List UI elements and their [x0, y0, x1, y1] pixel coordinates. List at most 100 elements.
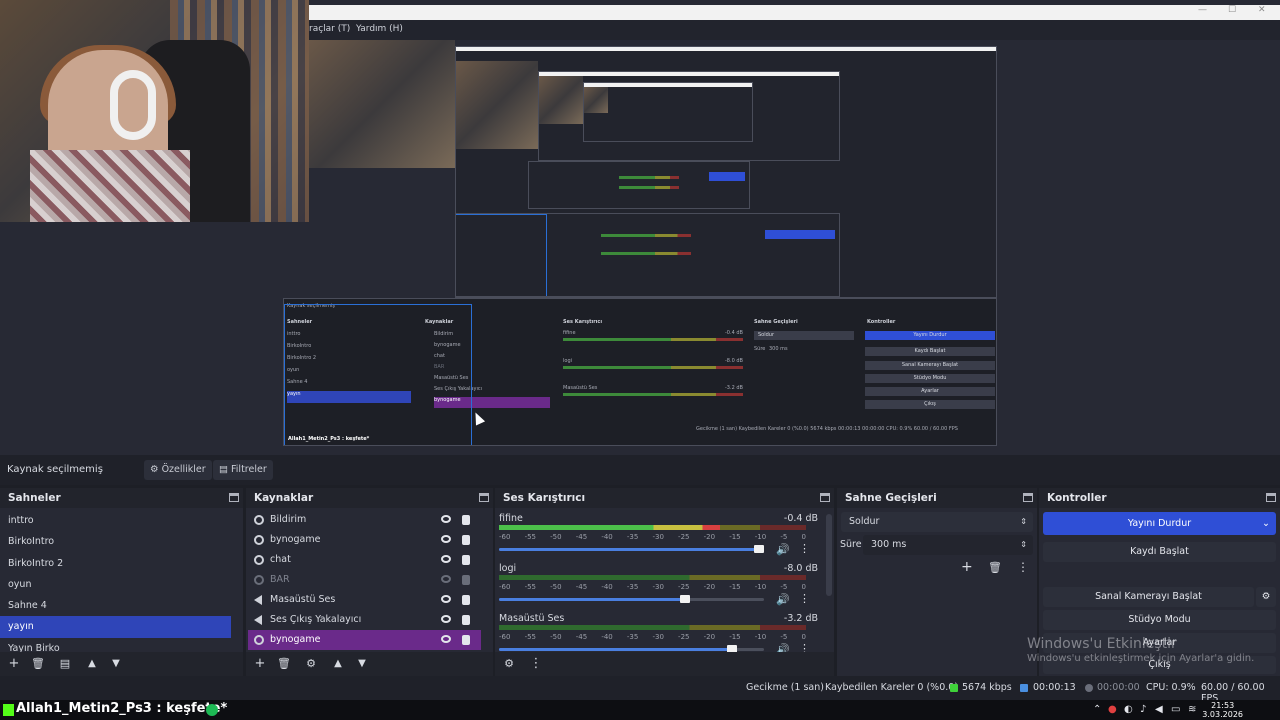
spinner-icon: ⇕: [1020, 517, 1027, 526]
tray-network-icon[interactable]: ◐: [1124, 704, 1133, 715]
source-item[interactable]: Masaüstü Ses: [248, 590, 481, 610]
bitrate-status: 5674 kbps: [962, 682, 1012, 693]
hidden-eye-icon[interactable]: [441, 575, 451, 583]
source-item-selected[interactable]: bynogame: [248, 630, 481, 650]
meter-scale: -60 -55 -50 -45 -40 -35 -30 -25 -20 -15 -10 -5 0: [499, 633, 806, 642]
visibility-eye-icon[interactable]: [441, 535, 451, 543]
visibility-eye-icon[interactable]: [441, 615, 451, 623]
meter-tick-label: -45: [575, 633, 588, 641]
chevron-down-icon[interactable]: ⌄: [1262, 512, 1270, 535]
meter-tick-label: -55: [524, 583, 537, 591]
mixer-channel: fifine -0.4 dB -60 -55 -50 -45 -40 -35 -30 -25-…: [499, 513, 818, 556]
captured-window-titlebar: [309, 5, 1280, 20]
gear-icon: ⚙: [150, 464, 159, 475]
move-up-button[interactable]: ▲: [83, 655, 101, 673]
volume-slider[interactable]: [499, 595, 764, 603]
scene-item[interactable]: oyun: [0, 574, 231, 595]
selection-outline: [284, 304, 472, 445]
studio-mode-button[interactable]: Stüdyo Modu: [1043, 610, 1276, 630]
undock-icon[interactable]: [820, 493, 830, 502]
meter-tick-label: -25: [678, 583, 690, 591]
scene-item[interactable]: BirkoIntro 2: [0, 553, 231, 574]
transition-select[interactable]: Soldur ⇕: [841, 512, 1033, 532]
nested-preview-5: [456, 213, 840, 297]
scene-item-selected[interactable]: yayın: [0, 616, 231, 638]
remove-transition-button[interactable]: 🗑: [988, 561, 1002, 574]
mixer-title: Ses Karıştırıcı: [495, 488, 834, 508]
move-down-button[interactable]: ▼: [107, 655, 125, 673]
lock-icon[interactable]: [462, 575, 470, 585]
mixer-menu-button[interactable]: ⋮: [527, 655, 545, 673]
scene-filters-button[interactable]: ▤: [56, 655, 74, 673]
move-up-button[interactable]: ▲: [329, 655, 347, 673]
meter-tick-label: -45: [575, 533, 588, 541]
meter-tick-label: -5: [780, 633, 788, 641]
transition-menu-button[interactable]: ⋮: [1017, 560, 1029, 574]
add-transition-button[interactable]: +: [961, 559, 973, 575]
meter-tick-label: -10: [754, 583, 767, 591]
properties-button[interactable]: ⚙ Özellikler: [144, 460, 212, 480]
globe-icon: [254, 515, 264, 525]
volume-slider[interactable]: [499, 645, 764, 653]
mute-speaker-icon[interactable]: 🔊: [776, 593, 790, 606]
visibility-eye-icon[interactable]: [441, 555, 451, 563]
lock-icon[interactable]: [462, 635, 470, 645]
lock-icon[interactable]: [462, 615, 470, 625]
microphone-icon[interactable]: ♪: [1140, 704, 1146, 715]
source-item[interactable]: Bildirim: [248, 510, 481, 530]
undock-icon[interactable]: [1023, 493, 1033, 502]
source-item-hidden[interactable]: BAR: [248, 570, 481, 590]
undock-icon[interactable]: [479, 493, 489, 502]
scenes-title: Sahneler: [0, 488, 243, 508]
scene-item[interactable]: inttro: [0, 510, 231, 531]
volume-slider[interactable]: [499, 545, 764, 553]
lock-icon[interactable]: [462, 595, 470, 605]
kick-logo-icon: [3, 704, 14, 716]
volume-meter: [499, 575, 806, 580]
undock-icon[interactable]: [1266, 493, 1276, 502]
add-scene-button[interactable]: +: [5, 655, 23, 673]
virtual-camera-settings-button[interactable]: ⚙: [1256, 587, 1276, 607]
lock-icon[interactable]: [462, 555, 470, 565]
tray-app-icon[interactable]: ●: [1108, 704, 1117, 715]
scenes-dock: Sahneler inttro BirkoIntro BirkoIntro 2 …: [0, 488, 243, 676]
remove-scene-button[interactable]: 🗑: [29, 655, 47, 673]
meter-tick-label: -30: [652, 533, 664, 541]
menu-tools: raçlar (T): [309, 24, 351, 34]
visibility-eye-icon[interactable]: [441, 595, 451, 603]
visibility-eye-icon[interactable]: [441, 635, 451, 643]
meter-tick-label: 0: [801, 583, 806, 591]
remove-source-button[interactable]: 🗑: [275, 655, 293, 673]
volume-icon[interactable]: ◀: [1155, 704, 1163, 715]
scene-item[interactable]: BirkoIntro: [0, 531, 231, 552]
wifi-icon[interactable]: ≋: [1188, 704, 1196, 715]
mute-speaker-icon[interactable]: 🔊: [776, 543, 790, 556]
stop-streaming-button[interactable]: Yayını Durdur ⌄: [1043, 512, 1276, 535]
start-virtual-camera-button[interactable]: Sanal Kamerayı Başlat: [1043, 587, 1254, 607]
meter-tick-label: -10: [754, 633, 767, 641]
source-item[interactable]: chat: [248, 550, 481, 570]
mixer-scrollbar[interactable]: [826, 514, 832, 596]
undock-icon[interactable]: [229, 493, 239, 502]
spotify-icon[interactable]: [206, 704, 218, 716]
lock-icon[interactable]: [462, 515, 470, 525]
add-source-button[interactable]: +: [251, 655, 269, 673]
source-properties-button[interactable]: ⚙: [302, 655, 320, 673]
taskbar-clock[interactable]: 21:53 3.03.2026: [1202, 701, 1243, 719]
lock-icon[interactable]: [462, 535, 470, 545]
channel-menu-icon[interactable]: ⋮: [799, 542, 810, 555]
filters-button[interactable]: ▤ Filtreler: [213, 460, 273, 480]
battery-icon[interactable]: ▭: [1171, 704, 1180, 715]
advanced-audio-button[interactable]: ⚙: [500, 655, 518, 673]
scene-item[interactable]: Sahne 4: [0, 595, 231, 616]
tray-chevron-icon[interactable]: ⌃: [1093, 704, 1101, 715]
source-item[interactable]: Ses Çıkış Yakalayıcı: [248, 610, 481, 630]
visibility-eye-icon[interactable]: [441, 515, 451, 523]
channel-menu-icon[interactable]: ⋮: [799, 592, 810, 605]
source-item[interactable]: bynogame: [248, 530, 481, 550]
move-down-button[interactable]: ▼: [353, 655, 371, 673]
mixer-channel: logi -8.0 dB -60 -55 -50 -45 -40 -35 -30 -25 -20…: [499, 563, 818, 606]
start-recording-button[interactable]: Kaydı Başlat: [1043, 542, 1276, 562]
duration-spinbox[interactable]: 300 ms ⇕: [863, 535, 1033, 555]
meter-tick-label: -40: [601, 533, 613, 541]
